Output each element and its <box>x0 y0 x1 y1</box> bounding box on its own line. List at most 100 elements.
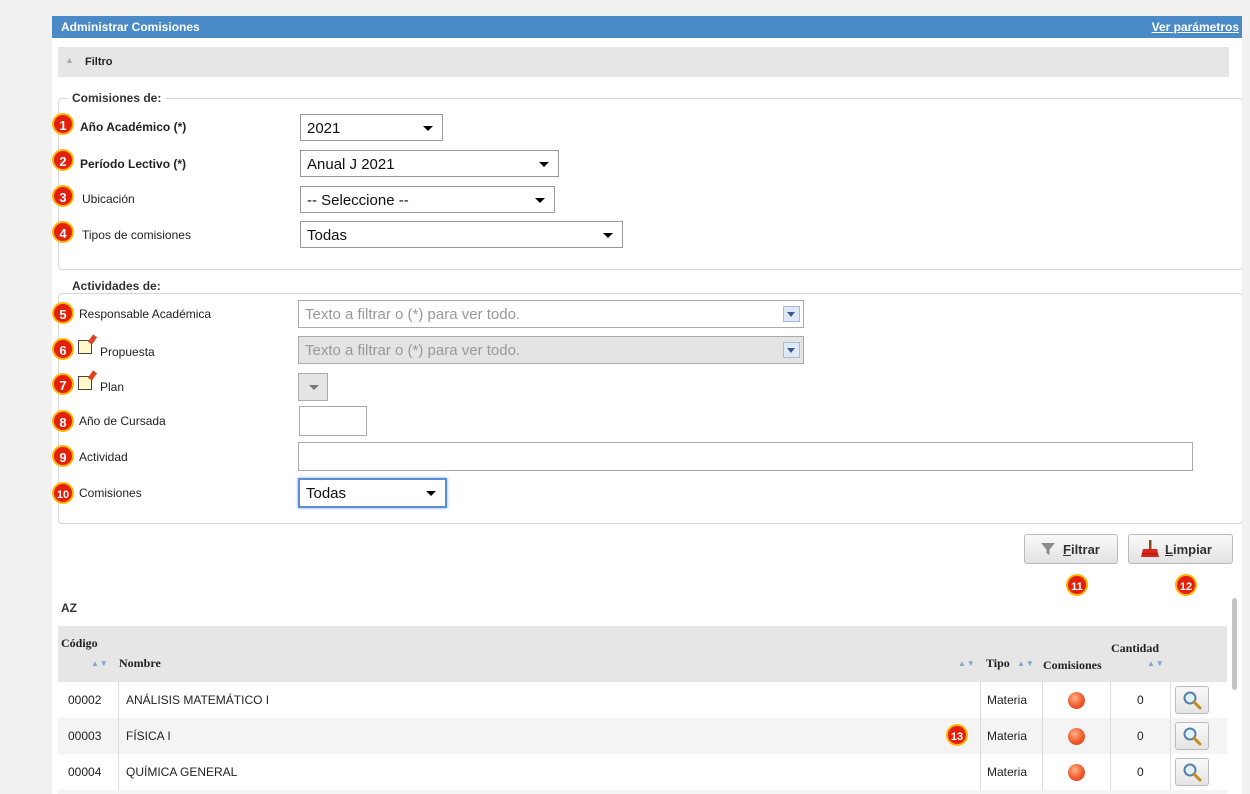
cell-divider <box>1110 754 1111 790</box>
row-tipo: Materia <box>987 729 1028 743</box>
nombre-header[interactable]: Nombre <box>119 656 161 671</box>
table-row[interactable]: 00002 ANÁLISIS MATEMÁTICO I Materia 0 <box>58 682 1227 718</box>
actividad-label: Actividad <box>79 450 128 464</box>
sort-nombre-icon[interactable]: ▲▼ <box>958 659 976 668</box>
row-cantidad: 0 <box>1137 729 1144 743</box>
field-badge-8: 8 <box>52 410 74 432</box>
view-button[interactable] <box>1175 758 1209 786</box>
field-badge-4: 4 <box>52 221 74 243</box>
table-row-partial[interactable] <box>58 790 1227 794</box>
filtrar-button[interactable]: Filtrar <box>1024 534 1118 564</box>
cantidad-header[interactable]: Cantidad <box>1111 641 1159 656</box>
status-dot-icon <box>1068 692 1085 709</box>
comisiones-select[interactable]: Todas <box>298 478 447 508</box>
magnifier-icon <box>1183 763 1202 782</box>
row-badge-13: 13 <box>946 724 968 746</box>
row-nombre: FÍSICA I <box>126 729 171 743</box>
field-badge-3: 3 <box>52 185 74 207</box>
periodo-lectivo-value: Anual J 2021 <box>307 156 395 173</box>
field-badge-5: 5 <box>52 302 74 324</box>
limpiar-accesskey: L <box>1165 542 1173 557</box>
ver-parametros-link[interactable]: Ver parámetros <box>1152 20 1239 34</box>
button-badge-12: 12 <box>1175 574 1197 596</box>
field-badge-9: 9 <box>52 445 74 467</box>
sort-az-icon[interactable]: AZ <box>61 601 77 615</box>
table-row[interactable]: 00003 FÍSICA I Materia 0 <box>58 718 1227 754</box>
view-button[interactable] <box>1175 686 1209 714</box>
responsable-academica-combo[interactable]: Texto a filtrar o (*) para ver todo. <box>298 300 804 328</box>
collapse-arrow-icon: ▲ <box>65 55 74 65</box>
comisiones-legend: Comisiones de: <box>68 91 166 105</box>
chevron-down-icon <box>535 198 545 203</box>
view-button[interactable] <box>1175 722 1209 750</box>
broom-icon <box>1141 540 1159 557</box>
sort-codigo-icon[interactable]: ▲▼ <box>91 659 109 668</box>
actividades-legend: Actividades de: <box>68 279 165 293</box>
sort-cantidad-icon[interactable]: ▲▼ <box>1147 659 1165 668</box>
dropdown-button-icon[interactable] <box>783 306 800 322</box>
anio-academico-select[interactable]: 2021 <box>300 114 443 141</box>
cell-divider <box>1170 718 1171 754</box>
scrollbar[interactable] <box>1232 598 1237 690</box>
propuesta-combo[interactable]: Texto a filtrar o (*) para ver todo. <box>298 336 804 364</box>
ubicacion-select[interactable]: -- Seleccione -- <box>300 186 555 213</box>
filter-title: Filtro <box>85 56 113 68</box>
cell-divider <box>118 718 119 754</box>
status-dot-icon <box>1068 764 1085 781</box>
plan-select[interactable] <box>298 373 328 401</box>
comisiones-label: Comisiones <box>79 486 142 500</box>
anio-cursada-label: Año de Cursada <box>79 414 166 428</box>
chevron-down-icon <box>423 126 433 131</box>
field-badge-6: 6 <box>52 338 74 360</box>
cell-divider <box>1170 754 1171 790</box>
cell-divider <box>1042 754 1043 790</box>
codigo-header[interactable]: Código <box>61 636 98 651</box>
anio-academico-label: Año Académico (*) <box>80 120 187 134</box>
tipos-comisiones-label: Tipos de comisiones <box>82 228 191 242</box>
periodo-lectivo-label: Período Lectivo (*) <box>80 157 187 171</box>
row-codigo: 00004 <box>68 765 102 779</box>
plan-label: Plan <box>100 380 125 394</box>
anio-cursada-input[interactable] <box>299 406 367 436</box>
tipos-comisiones-value: Todas <box>307 227 348 244</box>
filtrar-accesskey: F <box>1063 542 1071 557</box>
chevron-down-icon <box>309 385 319 390</box>
filter-toggle[interactable]: ▲ Filtro <box>58 47 1229 77</box>
field-badge-10: 10 <box>52 482 74 504</box>
cell-divider <box>980 682 981 718</box>
comisiones-header[interactable]: Comisiones <box>1043 658 1102 673</box>
field-badge-2: 2 <box>52 149 74 171</box>
chevron-down-icon <box>539 162 549 167</box>
periodo-lectivo-select[interactable]: Anual J 2021 <box>300 150 559 177</box>
responsable-academica-placeholder: Texto a filtrar o (*) para ver todo. <box>305 306 521 323</box>
page-title: Administrar Comisiones <box>61 20 200 34</box>
comisiones-value: Todas <box>306 485 347 502</box>
row-tipo: Materia <box>987 765 1028 779</box>
row-nombre: QUÍMICA GENERAL <box>126 765 238 779</box>
actividad-input[interactable] <box>298 442 1193 471</box>
cell-divider <box>980 718 981 754</box>
comisiones-group <box>58 98 1242 270</box>
cell-divider <box>1110 682 1111 718</box>
row-nombre: ANÁLISIS MATEMÁTICO I <box>126 693 270 707</box>
field-badge-1: 1 <box>52 113 74 135</box>
row-cantidad: 0 <box>1137 693 1144 707</box>
table-row[interactable]: 00004 QUÍMICA GENERAL Materia 0 <box>58 754 1227 790</box>
ubicacion-label: Ubicación <box>82 192 135 206</box>
status-dot-icon <box>1068 728 1085 745</box>
propuesta-label: Propuesta <box>100 345 155 359</box>
dropdown-button-icon[interactable] <box>783 342 800 358</box>
table-header: Código ▲▼ Nombre ▲▼ Tipo ▲▼ Comisiones C… <box>58 626 1227 682</box>
tipos-comisiones-select[interactable]: Todas <box>300 221 623 248</box>
magnifier-icon <box>1183 727 1202 746</box>
anio-academico-value: 2021 <box>307 120 341 137</box>
limpiar-button[interactable]: Limpiar <box>1128 534 1233 564</box>
chevron-down-icon <box>603 233 613 238</box>
new-icon[interactable] <box>78 340 92 354</box>
new-icon[interactable] <box>78 376 92 390</box>
propuesta-placeholder: Texto a filtrar o (*) para ver todo. <box>305 342 521 359</box>
row-codigo: 00003 <box>68 729 102 743</box>
tipo-header[interactable]: Tipo <box>986 656 1010 671</box>
field-badge-7: 7 <box>52 373 74 395</box>
sort-tipo-icon[interactable]: ▲▼ <box>1017 659 1035 668</box>
